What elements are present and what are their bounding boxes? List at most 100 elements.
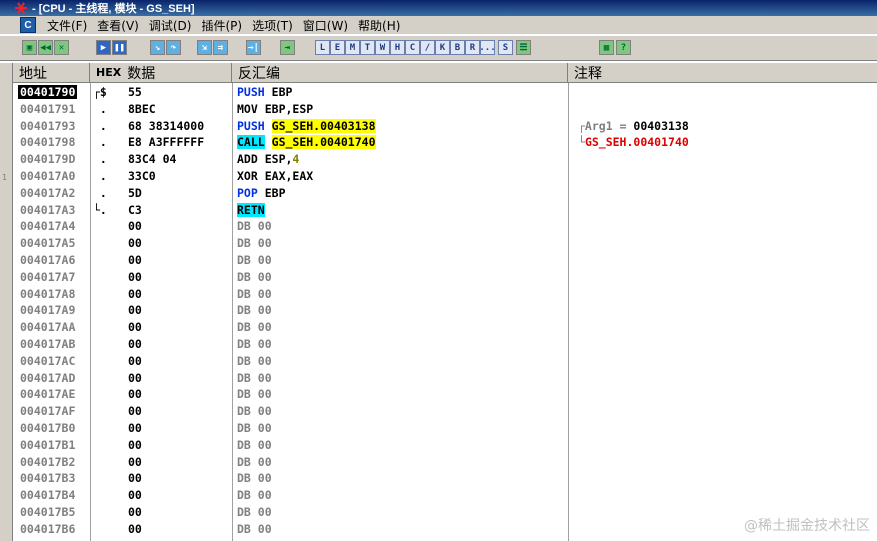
column-header-hex[interactable]: HEX 数据 — [90, 63, 232, 83]
instruction-row[interactable]: 004017AC 00 DB 00 — [13, 354, 877, 371]
disassembly-pane[interactable]: 地址 HEX 数据 反汇编 注释 00401790 ┌$ 55 PUSH EBP 004… — [12, 63, 877, 541]
instruction-row[interactable]: 004017AF 00 DB 00 — [13, 404, 877, 421]
instruction-row[interactable]: 004017B2 00 DB 00 — [13, 455, 877, 472]
menu-file[interactable]: 文件(F) — [42, 17, 92, 34]
letter-M-icon[interactable]: M — [345, 40, 360, 55]
menu-plugins[interactable]: 插件(P) — [196, 17, 247, 34]
instruction-row[interactable]: 004017A2 . 5D POP EBP — [13, 186, 877, 203]
letter-C-icon[interactable]: C — [405, 40, 420, 55]
instruction-row[interactable]: 004017B4 00 DB 00 — [13, 488, 877, 505]
instruction-row[interactable]: 004017A0 . 33C0 XOR EAX,EAX — [13, 169, 877, 186]
cpu-window-icon[interactable]: C — [20, 17, 36, 33]
row-hex: 33C0 — [128, 168, 156, 183]
row-operands: 00 — [257, 303, 272, 318]
letter-B-icon[interactable]: B — [450, 40, 465, 55]
step-over-icon[interactable]: ↷ — [166, 40, 181, 55]
instruction-row[interactable]: 004017A8 00 DB 00 — [13, 287, 877, 304]
row-disasm: DB 00 — [237, 387, 272, 401]
row-operands: 00 — [257, 269, 272, 284]
row-operands: 00 — [257, 219, 272, 234]
letter-S-icon[interactable]: S — [498, 40, 513, 55]
instruction-row[interactable]: 004017AB 00 DB 00 — [13, 337, 877, 354]
letter-K-icon[interactable]: K — [435, 40, 450, 55]
instruction-row[interactable]: 004017A6 00 DB 00 — [13, 253, 877, 270]
letter-dots-icon[interactable]: ... — [479, 40, 496, 55]
menu-window[interactable]: 窗口(W) — [298, 17, 353, 34]
row-hex: 00 — [128, 336, 142, 351]
row-mnemonic: DB — [237, 336, 251, 351]
row-mnemonic: DB — [237, 488, 251, 503]
pause-icon[interactable]: ❚❚ — [112, 40, 127, 55]
instruction-row[interactable]: 004017A9 00 DB 00 — [13, 303, 877, 320]
row-address: 004017AC — [20, 353, 76, 368]
trace-over-icon[interactable]: ⇉ — [213, 40, 228, 55]
instruction-row[interactable]: 004017A7 00 DB 00 — [13, 270, 877, 287]
menu-view[interactable]: 查看(V) — [92, 17, 144, 34]
instruction-row[interactable]: 004017A5 00 DB 00 — [13, 236, 877, 253]
row-mnemonic: DB — [237, 219, 251, 234]
instruction-row[interactable]: 004017AD 00 DB 00 — [13, 371, 877, 388]
open-icon[interactable]: ▣ — [22, 40, 37, 55]
run-icon[interactable]: ▶ — [96, 40, 111, 55]
row-mnemonic: RETN — [237, 202, 265, 217]
execute-till-return-icon[interactable]: →| — [246, 40, 261, 55]
instruction-row[interactable]: 00401798 . E8 A3FFFFFF CALL GS_SEH.0040174… — [13, 135, 877, 152]
instruction-row[interactable]: 004017B0 00 DB 00 — [13, 421, 877, 438]
row-mnemonic: DB — [237, 252, 251, 267]
row-operands: 00 — [257, 320, 272, 335]
column-header-address[interactable]: 地址 — [13, 63, 90, 83]
comment-value: 00403138 — [633, 118, 689, 133]
letter-W-icon[interactable]: W — [375, 40, 390, 55]
letter-H-icon[interactable]: H — [390, 40, 405, 55]
row-hex: 00 — [128, 454, 142, 469]
row-hex: 00 — [128, 504, 142, 519]
instruction-row[interactable]: 004017AA 00 DB 00 — [13, 320, 877, 337]
row-bracket: . — [93, 152, 107, 167]
row-address: 004017B6 — [20, 521, 76, 536]
row-address: 004017B1 — [20, 437, 76, 452]
row-hex: 83C4 04 — [128, 152, 177, 167]
list-icon[interactable]: ☰ — [516, 40, 531, 55]
row-address: 004017AA — [20, 320, 76, 335]
row-hex: 00 — [128, 404, 142, 419]
instruction-row[interactable]: 004017B1 00 DB 00 — [13, 438, 877, 455]
instruction-row[interactable]: 004017A3 └. C3 RETN — [13, 202, 877, 220]
row-mnemonic: ADD — [237, 152, 258, 167]
row-bracket: └. — [93, 202, 107, 217]
row-disasm: DB 00 — [237, 219, 272, 233]
grid-icon[interactable]: ▦ — [599, 40, 614, 55]
letter-R-icon[interactable]: R — [465, 40, 480, 55]
help-icon[interactable]: ? — [616, 40, 631, 55]
menu-debug[interactable]: 调试(D) — [144, 17, 197, 34]
goto-icon[interactable]: ⇥ — [280, 40, 295, 55]
instruction-row[interactable]: 004017A4 00 DB 00 — [13, 219, 877, 236]
instruction-row[interactable]: 00401793 . 68 38314000 PUSH GS_SEH.0040313… — [13, 118, 877, 136]
letter-L-icon[interactable]: L — [315, 40, 330, 55]
instruction-row[interactable]: 004017AE 00 DB 00 — [13, 387, 877, 404]
instruction-row[interactable]: 004017B3 00 DB 00 — [13, 471, 877, 488]
watermark: @稀土掘金技术社区 — [744, 518, 870, 534]
row-operands: EBP — [264, 185, 286, 200]
row-immediate: 4 — [292, 152, 300, 167]
letter-E-icon[interactable]: E — [330, 40, 345, 55]
row-hex: 68 38314000 — [128, 118, 205, 133]
row-mnemonic: DB — [237, 521, 251, 536]
row-operands: EBP,ESP — [264, 101, 314, 116]
step-into-icon[interactable]: ↘ — [150, 40, 165, 55]
instruction-row[interactable]: 00401790 ┌$ 55 PUSH EBP — [13, 85, 877, 102]
row-address: 004017B5 — [20, 504, 76, 519]
letter-T-icon[interactable]: T — [360, 40, 375, 55]
instruction-row[interactable]: 00401791 . 8BEC MOV EBP,ESP — [13, 102, 877, 119]
column-header-comment[interactable]: 注释 — [568, 63, 877, 83]
row-hex: 00 — [128, 521, 142, 536]
rewind-icon[interactable]: ◀◀ — [38, 40, 53, 55]
row-bracket: . — [93, 135, 107, 150]
letter-slash-icon[interactable]: / — [420, 40, 435, 55]
row-mnemonic: DB — [237, 303, 251, 318]
instruction-row[interactable]: 0040179D . 83C4 04 ADD ESP,4 — [13, 152, 877, 169]
menu-options[interactable]: 选项(T) — [247, 17, 298, 34]
trace-into-icon[interactable]: ⇲ — [197, 40, 212, 55]
menu-help[interactable]: 帮助(H) — [353, 17, 405, 34]
column-header-disassembly[interactable]: 反汇编 — [232, 63, 568, 83]
close-icon[interactable]: ✕ — [54, 40, 69, 55]
